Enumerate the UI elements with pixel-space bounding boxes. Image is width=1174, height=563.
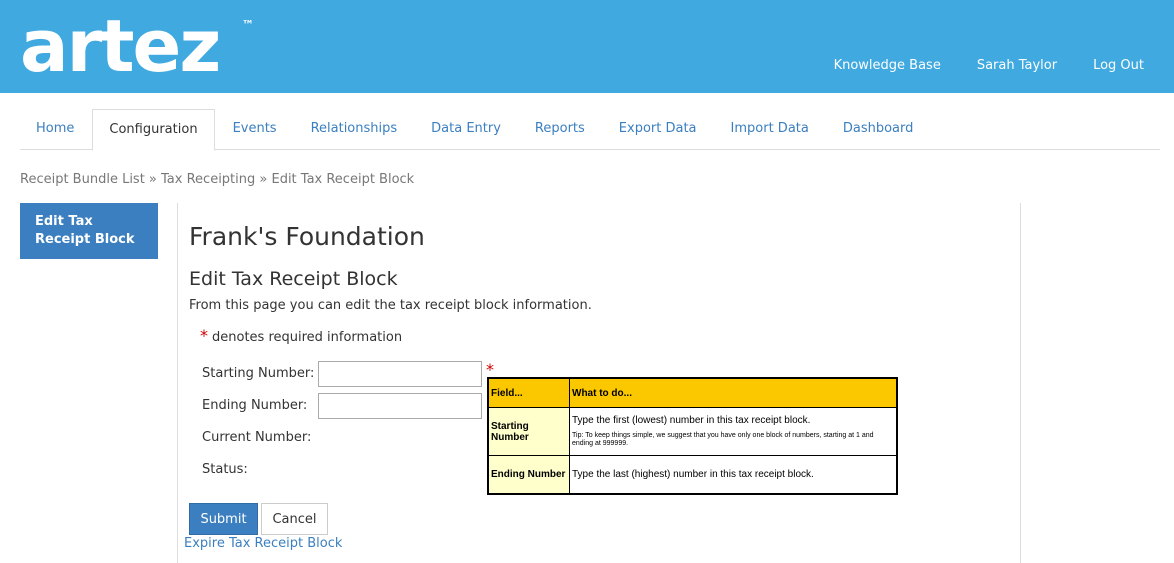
status-label: Status:	[202, 462, 248, 477]
logo-text: artez	[20, 4, 221, 88]
starting-number-input[interactable]	[318, 361, 482, 387]
help-row-ending-field: Ending Number	[487, 455, 570, 494]
tab-data-entry[interactable]: Data Entry	[415, 109, 517, 148]
user-name-link[interactable]: Sarah Taylor	[977, 58, 1057, 73]
cancel-button[interactable]: Cancel	[261, 503, 328, 535]
starting-number-label: Starting Number:	[202, 366, 315, 381]
ending-number-input[interactable]	[318, 393, 482, 419]
required-note-text: denotes required information	[212, 330, 403, 345]
current-number-label: Current Number:	[202, 430, 312, 445]
help-table: Field... What to do... Starting Number T…	[487, 377, 898, 495]
help-starting-tip: Tip: To keep things simple, we suggest t…	[572, 432, 874, 447]
submit-button[interactable]: Submit	[189, 503, 258, 535]
breadcrumb[interactable]: Receipt Bundle List » Tax Receipting » E…	[20, 172, 414, 187]
help-col-field: Field...	[487, 377, 570, 408]
page-title: Frank's Foundation	[189, 222, 425, 251]
section-title: Edit Tax Receipt Block	[189, 268, 398, 290]
help-starting-instruction: Type the first (lowest) number in this t…	[572, 415, 811, 426]
help-row-ending-text: Type the last (highest) number in this t…	[569, 455, 898, 494]
ending-number-label: Ending Number:	[202, 398, 308, 413]
page-description: From this page you can edit the tax rece…	[189, 298, 592, 313]
log-out-link[interactable]: Log Out	[1093, 58, 1144, 73]
top-links: Knowledge Base Sarah Taylor Log Out	[834, 58, 1144, 73]
knowledge-base-link[interactable]: Knowledge Base	[834, 58, 941, 73]
tab-home[interactable]: Home	[20, 109, 90, 148]
help-col-todo: What to do...	[569, 377, 898, 408]
expire-tax-receipt-block-link[interactable]: Expire Tax Receipt Block	[184, 536, 342, 551]
required-note: * denotes required information	[200, 326, 402, 345]
tab-relationships[interactable]: Relationships	[295, 109, 414, 148]
main-nav-tabs: Home Configuration Events Relationships …	[20, 109, 1160, 151]
trademark-mark: ™	[242, 18, 254, 32]
tab-configuration[interactable]: Configuration	[92, 109, 215, 151]
required-star: *	[200, 326, 208, 345]
tab-dashboard[interactable]: Dashboard	[827, 109, 930, 148]
app-header: artez ™ Knowledge Base Sarah Taylor Log …	[0, 0, 1174, 93]
artez-logo[interactable]: artez ™	[20, 4, 254, 88]
sidebar-item-edit-tax-receipt-block[interactable]: Edit Tax Receipt Block	[20, 203, 158, 259]
tab-export-data[interactable]: Export Data	[603, 109, 713, 148]
tab-reports[interactable]: Reports	[519, 109, 601, 148]
tab-events[interactable]: Events	[217, 109, 293, 148]
help-row-starting-field: Starting Number	[487, 407, 570, 456]
help-row-starting-text: Type the first (lowest) number in this t…	[569, 407, 898, 456]
tab-import-data[interactable]: Import Data	[715, 109, 825, 148]
